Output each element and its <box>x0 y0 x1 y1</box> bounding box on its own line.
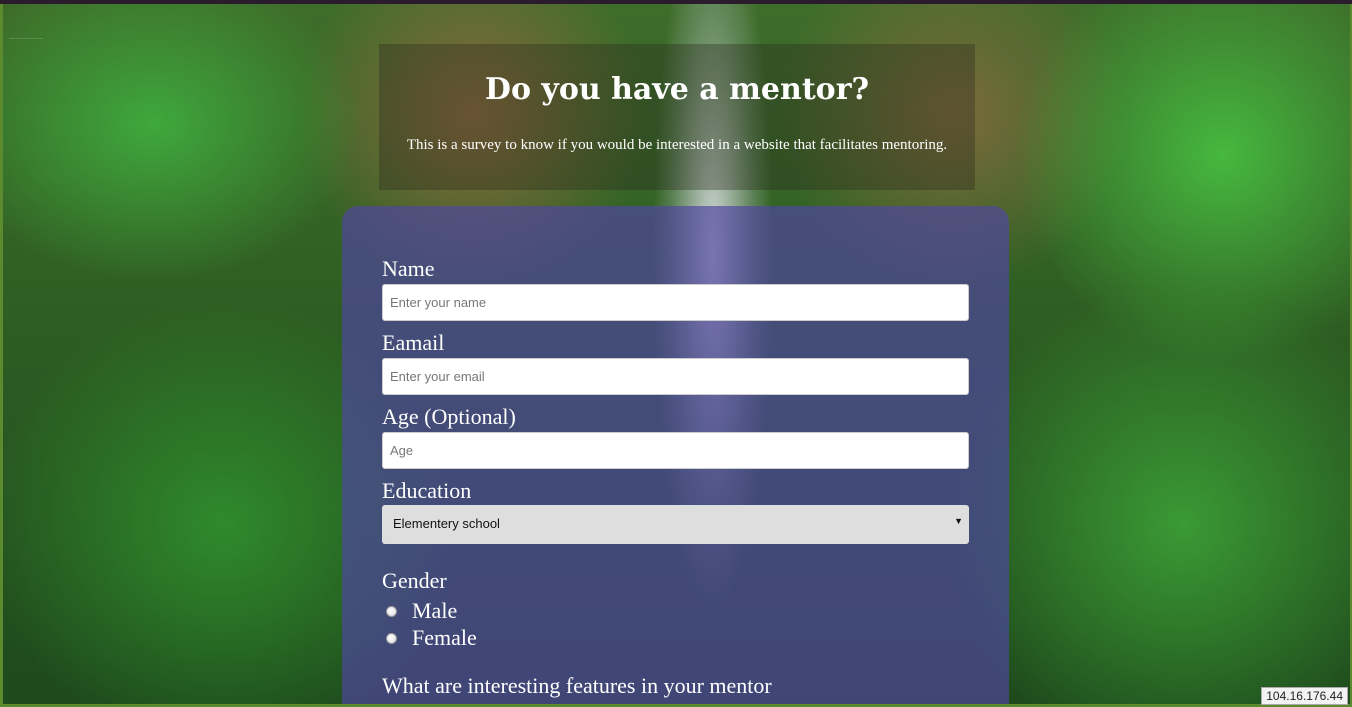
ip-address-badge: 104.16.176.44 <box>1261 687 1348 705</box>
email-label: Eamail <box>382 330 445 355</box>
page-title: Do you have a mentor? <box>484 72 870 107</box>
male-radio[interactable] <box>386 605 397 617</box>
corner-mark <box>9 16 43 39</box>
survey-header: Do you have a mentor? This is a survey t… <box>379 44 975 190</box>
female-radio-label: Female <box>412 625 477 650</box>
page-background: Do you have a mentor? This is a survey t… <box>0 4 1352 707</box>
age-input[interactable] <box>382 432 969 469</box>
age-label: Age (Optional) <box>382 404 516 429</box>
gender-option-male[interactable]: Male <box>386 598 457 624</box>
name-input[interactable] <box>382 284 969 321</box>
education-selected-value: Elementery school <box>393 516 500 531</box>
page-description: This is a survey to know if you would be… <box>406 137 948 153</box>
gender-label: Gender <box>382 568 447 593</box>
features-label: What are interesting features in your me… <box>382 673 772 698</box>
education-label: Education <box>382 478 472 503</box>
education-select[interactable]: Elementery school ▼ <box>382 505 969 544</box>
male-radio-label: Male <box>412 598 458 623</box>
survey-form: Name Eamail Age (Optional) Education Ele… <box>342 206 1009 704</box>
name-label: Name <box>382 256 435 281</box>
chevron-down-icon: ▼ <box>954 516 963 526</box>
gender-option-female[interactable]: Female <box>386 625 477 651</box>
female-radio[interactable] <box>386 632 397 644</box>
email-input[interactable] <box>382 358 969 395</box>
